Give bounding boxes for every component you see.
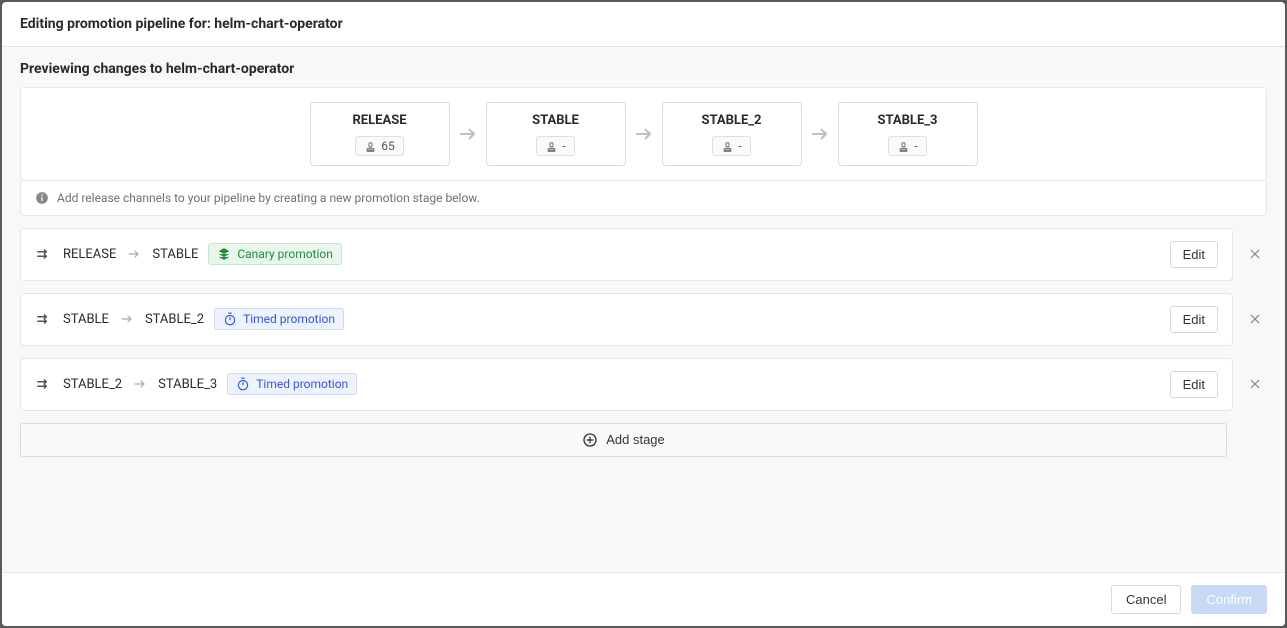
channel-name: RELEASE bbox=[319, 113, 441, 128]
timed-promotion-badge: Timed promotion bbox=[214, 308, 344, 330]
remove-stage-button[interactable] bbox=[1243, 372, 1267, 396]
info-icon bbox=[35, 191, 49, 205]
stage-from: RELEASE bbox=[63, 247, 116, 262]
flow-icon bbox=[35, 312, 53, 326]
channel-name: STABLE_2 bbox=[671, 113, 793, 128]
channel-count: - bbox=[914, 139, 917, 153]
arrow-right-icon bbox=[132, 376, 148, 392]
badge-label: Timed promotion bbox=[243, 312, 335, 326]
timed-promotion-badge: Timed promotion bbox=[227, 373, 357, 395]
channel-count-badge: - bbox=[888, 136, 926, 156]
stamp-icon bbox=[364, 140, 377, 153]
channel-count: - bbox=[738, 139, 741, 153]
close-icon bbox=[1248, 247, 1262, 261]
stopwatch-icon bbox=[223, 312, 237, 326]
remove-stage-button[interactable] bbox=[1243, 242, 1267, 266]
stage-to: STABLE bbox=[152, 247, 198, 262]
channel-name: STABLE_3 bbox=[847, 113, 969, 128]
stage-row-wrap: RELEASE STABLE Canary promotion Edit bbox=[20, 228, 1267, 281]
channel-name: STABLE bbox=[495, 113, 617, 128]
channel-count-badge: - bbox=[712, 136, 750, 156]
dialog-body: Previewing changes to helm-chart-operato… bbox=[2, 47, 1285, 572]
arrow-right-icon bbox=[119, 311, 135, 327]
add-stage-button[interactable]: Add stage bbox=[20, 423, 1227, 457]
edit-pipeline-dialog: Editing promotion pipeline for: helm-cha… bbox=[2, 2, 1285, 626]
plus-circle-icon bbox=[582, 432, 598, 448]
channel-card-release: RELEASE 65 bbox=[310, 102, 450, 166]
channel-count: 65 bbox=[381, 139, 395, 153]
badge-label: Canary promotion bbox=[237, 247, 333, 261]
stamp-icon bbox=[897, 140, 910, 153]
stamp-icon bbox=[545, 140, 558, 153]
edit-stage-button[interactable]: Edit bbox=[1170, 241, 1218, 268]
layers-icon bbox=[217, 247, 231, 261]
channel-card-stable2: STABLE_2 - bbox=[662, 102, 802, 166]
cancel-button[interactable]: Cancel bbox=[1111, 585, 1181, 614]
remove-stage-button[interactable] bbox=[1243, 307, 1267, 331]
stage-from: STABLE_2 bbox=[63, 377, 122, 392]
dialog-title-prefix: Editing promotion pipeline for: bbox=[20, 16, 211, 32]
dialog-title: Editing promotion pipeline for: helm-cha… bbox=[2, 2, 1285, 47]
stage-to: STABLE_3 bbox=[158, 377, 217, 392]
confirm-button[interactable]: Confirm bbox=[1191, 585, 1267, 614]
stage-row-wrap: STABLE_2 STABLE_3 Timed promotion Edit bbox=[20, 358, 1267, 411]
flow-icon bbox=[35, 247, 53, 261]
channel-card-stable: STABLE - bbox=[486, 102, 626, 166]
stage-row: STABLE_2 STABLE_3 Timed promotion Edit bbox=[20, 358, 1233, 411]
arrow-right-icon bbox=[808, 122, 832, 146]
close-icon bbox=[1248, 377, 1262, 391]
dialog-footer: Cancel Confirm bbox=[2, 572, 1285, 626]
stage-row: STABLE STABLE_2 Timed promotion Edit bbox=[20, 293, 1233, 346]
badge-label: Timed promotion bbox=[256, 377, 348, 391]
preview-title-name: helm-chart-operator bbox=[166, 61, 294, 77]
info-banner: Add release channels to your pipeline by… bbox=[20, 181, 1267, 216]
close-icon bbox=[1248, 312, 1262, 326]
channel-count: - bbox=[562, 139, 565, 153]
pipeline-preview: RELEASE 65 STABLE - bbox=[20, 87, 1267, 181]
info-text: Add release channels to your pipeline by… bbox=[57, 191, 480, 205]
stopwatch-icon bbox=[236, 377, 250, 391]
dialog-title-name: helm-chart-operator bbox=[214, 16, 342, 32]
stages-list: RELEASE STABLE Canary promotion Edit bbox=[2, 228, 1285, 457]
stage-row-wrap: STABLE STABLE_2 Timed promotion Edit bbox=[20, 293, 1267, 346]
stage-row: RELEASE STABLE Canary promotion Edit bbox=[20, 228, 1233, 281]
edit-stage-button[interactable]: Edit bbox=[1170, 371, 1218, 398]
canary-promotion-badge: Canary promotion bbox=[208, 243, 342, 265]
channel-count-badge: 65 bbox=[355, 136, 404, 156]
stage-to: STABLE_2 bbox=[145, 312, 204, 327]
preview-title: Previewing changes to helm-chart-operato… bbox=[2, 47, 1285, 87]
edit-stage-button[interactable]: Edit bbox=[1170, 306, 1218, 333]
arrow-right-icon bbox=[632, 122, 656, 146]
add-stage-label: Add stage bbox=[606, 432, 665, 447]
flow-icon bbox=[35, 377, 53, 391]
channel-card-stable3: STABLE_3 - bbox=[838, 102, 978, 166]
stage-from: STABLE bbox=[63, 312, 109, 327]
arrow-right-icon bbox=[456, 122, 480, 146]
channel-count-badge: - bbox=[536, 136, 574, 156]
arrow-right-icon bbox=[126, 246, 142, 262]
stamp-icon bbox=[721, 140, 734, 153]
preview-title-prefix: Previewing changes to bbox=[20, 61, 162, 77]
